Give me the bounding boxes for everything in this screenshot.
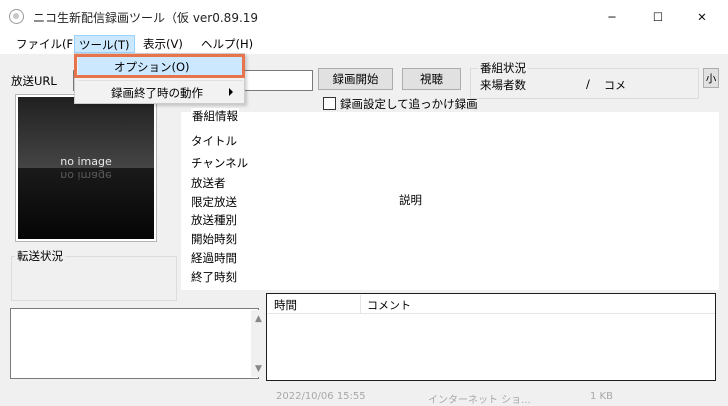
small-button[interactable]: 小 <box>703 68 719 88</box>
no-image-reflection: no image <box>60 169 112 182</box>
info-description-label: 説明 <box>399 193 422 207</box>
comment-list[interactable]: 時間 コメント <box>266 293 716 381</box>
info-limited-label: 限定放送 <box>191 195 237 209</box>
column-header-time[interactable]: 時間 <box>268 295 361 314</box>
background-kind: インターネット ショ... <box>428 395 531 406</box>
info-end-time-label: 終了時刻 <box>191 270 237 284</box>
thumbnail-frame: no image no image <box>15 94 157 242</box>
menu-help[interactable]: ヘルプ(H) <box>197 35 257 53</box>
info-start-time-label: 開始時刻 <box>191 232 237 246</box>
background-size: 1 KB <box>590 391 613 402</box>
program-info-title: 番組情報 <box>191 108 239 124</box>
menu-view[interactable]: 表示(V) <box>139 35 187 53</box>
maximize-button[interactable]: ☐ <box>635 0 681 33</box>
menu-tool[interactable]: ツール(T) <box>74 35 135 53</box>
scroll-down-icon[interactable]: ▼ <box>255 364 262 374</box>
view-button[interactable]: 視聴 <box>402 68 461 90</box>
program-info-panel <box>181 112 719 290</box>
highlight-annotation <box>74 54 245 78</box>
slash-separator: / <box>586 77 590 91</box>
menu-item-end-action[interactable]: 録画終了時の動作 <box>111 85 203 101</box>
submenu-arrow-icon <box>229 88 233 96</box>
menu-file[interactable]: ファイル(F) <box>12 35 82 53</box>
info-title-label: タイトル <box>191 134 237 148</box>
record-start-button[interactable]: 録画開始 <box>318 68 393 90</box>
chase-record-checkbox[interactable] <box>323 97 336 110</box>
column-header-comment[interactable]: コメント <box>361 295 715 314</box>
window-title: ニコ生新配信録画ツール（仮 ver0.89.19 <box>33 11 259 25</box>
title-bar: ニコ生新配信録画ツール（仮 ver0.89.19 ─ ☐ ✕ <box>0 0 728 33</box>
program-status-title: 番組状況 <box>478 60 528 76</box>
background-window: 2022/10/06 15:55 インターネット ショ... 1 KB <box>0 381 728 406</box>
no-image-text: no image <box>60 155 112 168</box>
minimize-button[interactable]: ─ <box>589 0 635 33</box>
info-elapsed-label: 経過時間 <box>191 251 237 265</box>
chase-record-label[interactable]: 録画設定して追っかけ録画 <box>340 96 478 112</box>
close-button[interactable]: ✕ <box>679 0 725 33</box>
comment-count-label: コメ <box>604 79 626 92</box>
info-channel-label: チャンネル <box>191 156 249 170</box>
transfer-status-title: 転送状況 <box>15 248 65 264</box>
app-icon <box>9 9 24 24</box>
visitors-label: 来場者数 <box>480 78 526 92</box>
background-date: 2022/10/06 15:55 <box>276 391 366 402</box>
thumbnail-image: no image no image <box>18 97 154 239</box>
log-textarea[interactable]: ▲ ▼ <box>10 308 268 379</box>
info-broadcaster-label: 放送者 <box>191 176 226 190</box>
broadcast-url-label: 放送URL <box>11 74 57 88</box>
info-kind-label: 放送種別 <box>191 213 237 227</box>
scroll-up-icon[interactable]: ▲ <box>255 314 262 324</box>
menu-bar: ファイル(F) ツール(T) 表示(V) ヘルプ(H) <box>0 33 728 54</box>
menu-separator <box>78 80 243 81</box>
